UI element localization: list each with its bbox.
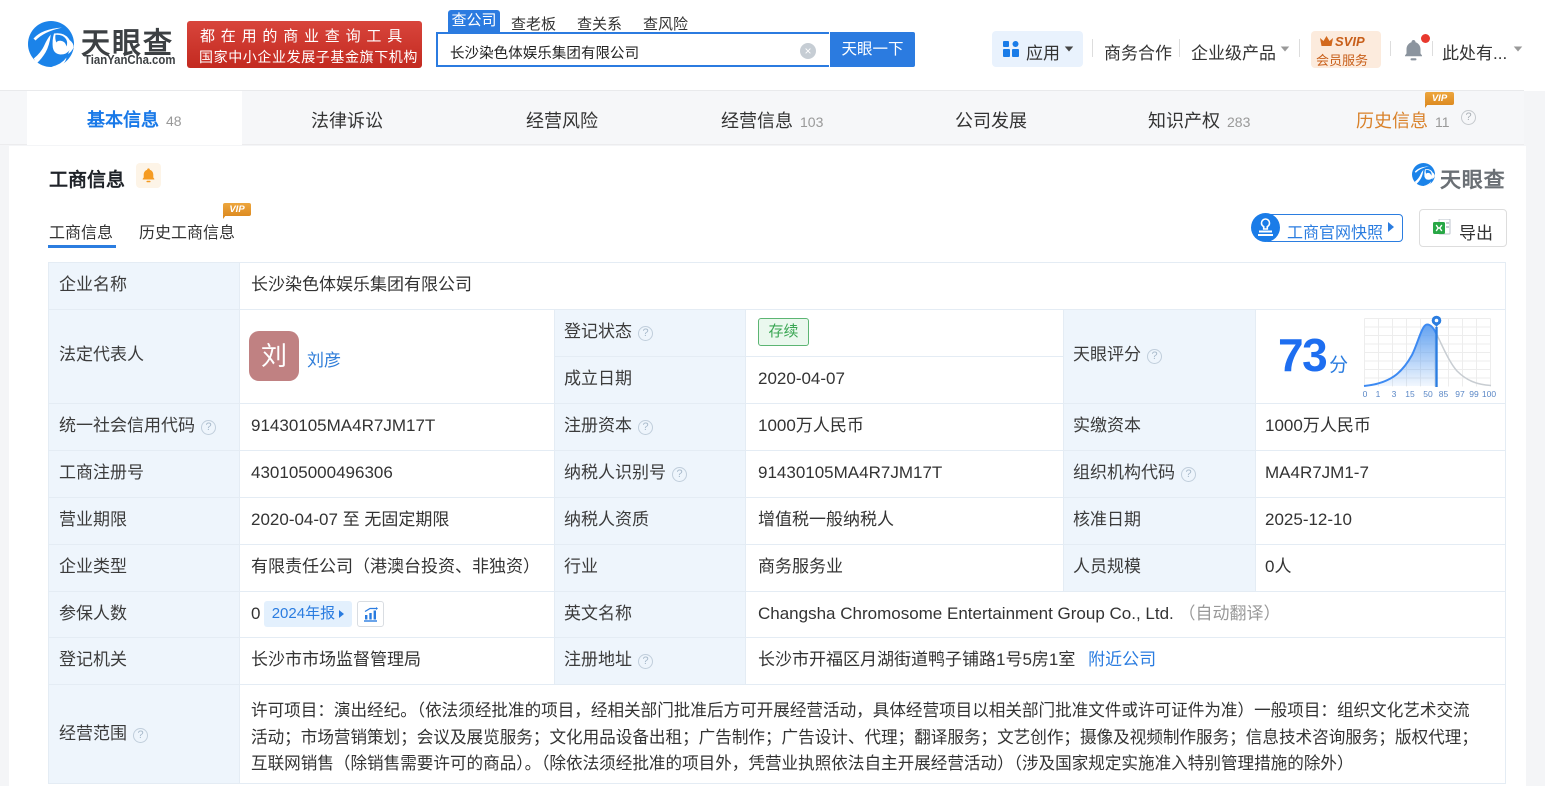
svg-text:0: 0	[1363, 389, 1368, 399]
svg-text:99: 99	[1469, 389, 1479, 399]
svg-text:1: 1	[1376, 389, 1381, 399]
svg-text:50: 50	[1423, 389, 1433, 399]
svg-text:97: 97	[1455, 389, 1465, 399]
svg-text:100: 100	[1482, 389, 1496, 399]
svg-text:15: 15	[1405, 389, 1415, 399]
svg-text:85: 85	[1439, 389, 1449, 399]
svg-text:3: 3	[1392, 389, 1397, 399]
